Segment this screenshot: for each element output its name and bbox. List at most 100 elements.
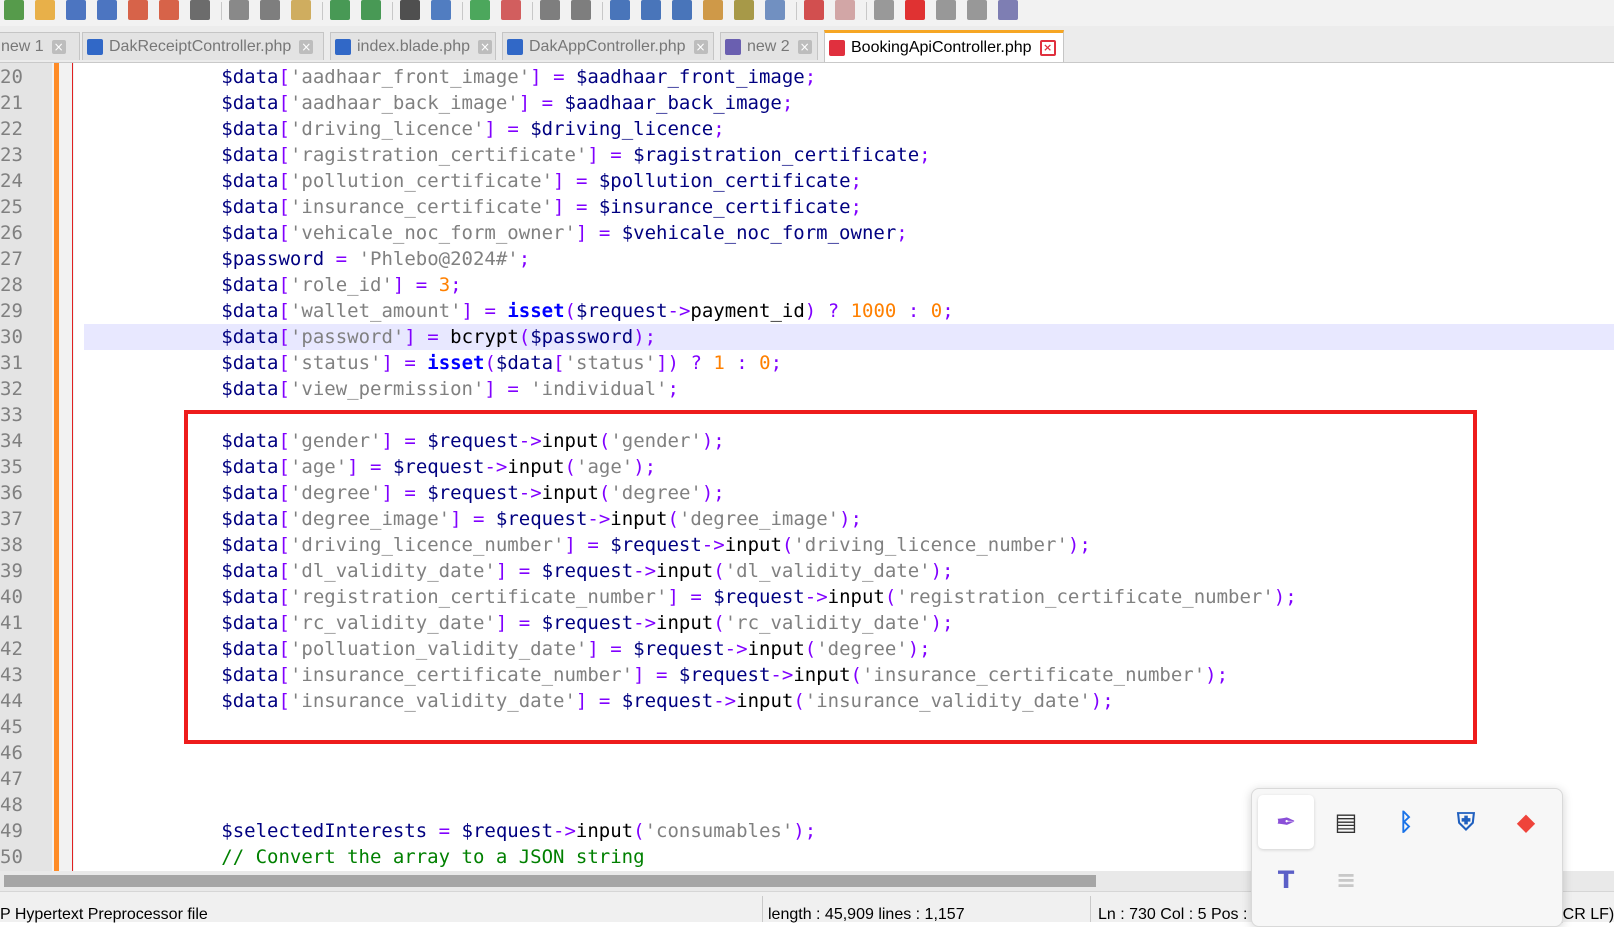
tab-close-icon[interactable]: × [797,39,812,54]
line-number[interactable]: 44 [0,688,23,714]
tab-dakreceiptcontroller-php[interactable]: DakReceiptController.php × [82,32,324,60]
save-all-icon[interactable] [97,0,117,20]
line-number[interactable]: 49 [0,818,23,844]
code-line[interactable]: 32 $data['view_permission'] = 'individua… [0,376,1614,402]
open-folder-icon[interactable] [35,0,55,20]
line-number[interactable]: 41 [0,610,23,636]
print-icon[interactable] [190,0,210,20]
find-icon[interactable] [400,0,420,20]
code-line[interactable]: 29 $data['wallet_amount'] = isset($reque… [0,298,1614,324]
replace-icon[interactable] [431,0,451,20]
line-number[interactable]: 30 [0,324,23,350]
tab-index-blade-php[interactable]: index.blade.php × [330,32,496,60]
play-macro-icon[interactable] [936,0,956,20]
code-text[interactable]: $data['password'] = bcrypt($password); [84,324,1614,350]
line-number[interactable]: 37 [0,506,23,532]
line-number[interactable]: 45 [0,714,23,740]
undo-icon[interactable] [330,0,350,20]
tab-close-icon[interactable]: × [51,39,66,54]
code-text[interactable]: $data['wallet_amount'] = isset($request-… [84,298,1614,324]
line-number[interactable]: 25 [0,194,23,220]
document-map-icon[interactable] [734,0,754,20]
code-line[interactable]: 30 $data['password'] = bcrypt($password)… [0,324,1614,350]
stop-macro-icon[interactable] [905,0,925,20]
cut-icon[interactable] [229,0,249,20]
zoom-out-icon[interactable] [501,0,521,20]
folder-workspace-icon[interactable] [765,0,785,20]
line-number[interactable]: 43 [0,662,23,688]
tab-dakappcontroller-php[interactable]: DakAppController.php × [502,32,714,60]
anydesk-tray-button[interactable]: ◆ [1498,795,1554,849]
tab-new-1[interactable]: new 1 × [0,32,80,60]
tab-close-icon[interactable]: × [477,39,492,54]
code-text[interactable]: $data['role_id'] = 3; [84,272,1614,298]
line-number[interactable]: 48 [0,792,23,818]
code-text[interactable]: $data['ragistration_certificate'] = $rag… [84,142,1614,168]
code-line[interactable]: 20 $data['aadhaar_front_image'] = $aadha… [0,64,1614,90]
code-line[interactable]: 21 $data['aadhaar_back_image'] = $aadhaa… [0,90,1614,116]
line-number[interactable]: 31 [0,350,23,376]
code-line[interactable]: 25 $data['insurance_certificate'] = $ins… [0,194,1614,220]
close-all-icon[interactable] [159,0,179,20]
line-number[interactable]: 39 [0,558,23,584]
code-editor[interactable]: 20 $data['aadhaar_front_image'] = $aadha… [0,63,1614,871]
tab-close-icon[interactable]: × [693,39,708,54]
line-number[interactable]: 26 [0,220,23,246]
record-macro-icon[interactable] [874,0,894,20]
line-number[interactable]: 32 [0,376,23,402]
teams-tray-button[interactable]: T [1258,853,1314,907]
line-number[interactable]: 21 [0,90,23,116]
tab-new-2[interactable]: new 2 × [720,32,818,60]
code-line[interactable]: 24 $data['pollution_certificate'] = $pol… [0,168,1614,194]
code-text[interactable]: $data['insurance_certificate'] = $insura… [84,194,1614,220]
line-number[interactable]: 47 [0,766,23,792]
code-line[interactable]: 22 $data['driving_licence'] = $driving_l… [0,116,1614,142]
line-number[interactable]: 23 [0,142,23,168]
show-all-chars-icon[interactable] [641,0,661,20]
close-icon[interactable] [128,0,148,20]
copy-icon[interactable] [260,0,280,20]
code-line[interactable]: 26 $data['vehicale_noc_form_owner'] = $v… [0,220,1614,246]
pen-feather-tray-button[interactable]: ✒ [1258,795,1314,849]
function-list-icon[interactable] [703,0,723,20]
line-number[interactable]: 34 [0,428,23,454]
tab-bookingapicontroller-php[interactable]: BookingApiController.php × [824,30,1064,62]
line-number[interactable]: 50 [0,844,23,870]
storage-drive-tray-button[interactable]: ▤ [1318,795,1374,849]
code-text[interactable]: $data['aadhaar_back_image'] = $aadhaar_b… [84,90,1614,116]
zoom-in-icon[interactable] [470,0,490,20]
sync-horizontal-icon[interactable] [571,0,591,20]
code-text[interactable]: $data['driving_licence'] = $driving_lice… [84,116,1614,142]
code-line[interactable]: 31 $data['status'] = isset($data['status… [0,350,1614,376]
tab-close-icon[interactable]: × [1039,39,1056,56]
security-shield-warning-tray-button[interactable]: ⛨ [1438,795,1494,849]
redo-icon[interactable] [361,0,381,20]
line-number[interactable]: 22 [0,116,23,142]
code-text[interactable]: $data['view_permission'] = 'individual'; [84,376,1614,402]
code-line[interactable]: 28 $data['role_id'] = 3; [0,272,1614,298]
code-text[interactable]: $data['status'] = isset($data['status'])… [84,350,1614,376]
udl-icon[interactable] [804,0,824,20]
code-text[interactable]: $password = 'Phlebo@2024#'; [84,246,1614,272]
save-icon[interactable] [66,0,86,20]
line-number[interactable]: 36 [0,480,23,506]
code-line[interactable]: 23 $data['ragistration_certificate'] = $… [0,142,1614,168]
word-wrap-icon[interactable] [610,0,630,20]
line-number[interactable]: 29 [0,298,23,324]
new-file-icon[interactable] [4,0,24,20]
run-macro-multiple-icon[interactable] [967,0,987,20]
tab-close-icon[interactable]: × [299,39,314,54]
line-number[interactable]: 20 [0,64,23,90]
save-macro-icon[interactable] [998,0,1018,20]
line-number[interactable]: 27 [0,246,23,272]
tray-item-faded-tray-button[interactable]: ≡ [1318,853,1374,907]
line-number[interactable]: 35 [0,454,23,480]
code-text[interactable]: $data['aadhaar_front_image'] = $aadhaar_… [84,64,1614,90]
line-number[interactable]: 38 [0,532,23,558]
scrollbar-thumb[interactable] [4,875,1096,887]
sync-vertical-icon[interactable] [540,0,560,20]
indent-guide-icon[interactable] [672,0,692,20]
line-number[interactable]: 40 [0,584,23,610]
line-number[interactable]: 28 [0,272,23,298]
line-number[interactable]: 33 [0,402,23,428]
